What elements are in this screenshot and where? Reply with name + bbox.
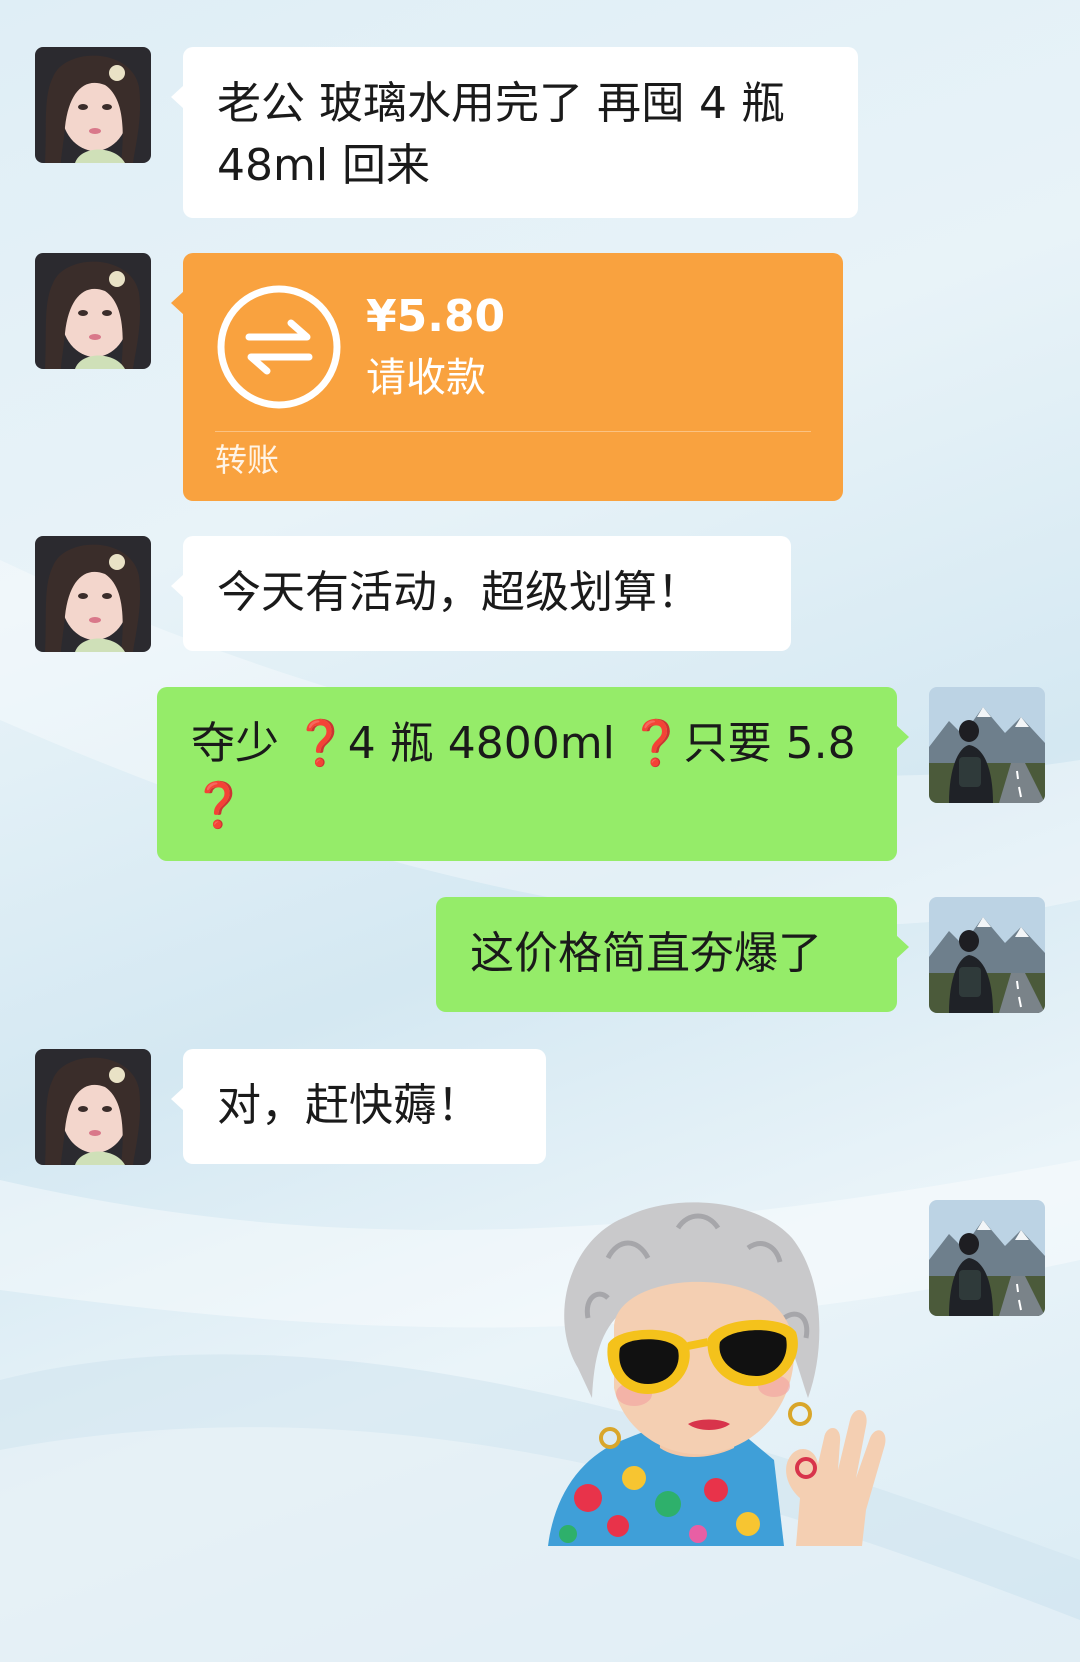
transfer-label: 转账 [215, 441, 280, 479]
contact-avatar[interactable] [35, 47, 151, 163]
message-bubble[interactable]: 夺少 ❓4 瓶 4800ml ❓只要 5.8 ❓ [157, 687, 909, 861]
avatar-mountain-road-icon [929, 1200, 1045, 1316]
avatar-woman-icon [35, 536, 151, 652]
question-mark-icon: ❓ [191, 780, 246, 831]
message-bubble[interactable]: 今天有活动，超级划算！ [171, 536, 791, 651]
message-text: 对，赶快薅！ [217, 1080, 481, 1131]
text-part: 夺少 [191, 718, 279, 769]
avatar-woman-icon [35, 47, 151, 163]
avatar-mountain-road-icon [929, 687, 1045, 803]
contact-avatar[interactable] [35, 1049, 151, 1165]
message-bubble[interactable]: 这价格简直夯爆了 [436, 897, 909, 1012]
bubble-tail [171, 85, 184, 109]
message-text: 夺少 ❓4 瓶 4800ml ❓只要 5.8 ❓ [191, 713, 863, 837]
message-text: 今天有活动，超级划算！ [217, 567, 701, 618]
question-mark-icon: ❓ [293, 718, 348, 769]
message-bubble[interactable]: 对，赶快薅！ [171, 1049, 546, 1164]
question-mark-icon: ❓ [628, 718, 684, 769]
contact-avatar[interactable] [35, 253, 151, 369]
my-avatar[interactable] [929, 897, 1045, 1013]
bubble-tail [171, 1087, 184, 1111]
transfer-amount: ¥5.80 [366, 291, 506, 342]
message-text: 老公 玻璃水用完了 再囤 4 瓶 48ml 回来 [217, 78, 785, 191]
bubble-tail [171, 574, 184, 598]
message-text: 这价格简直夯爆了 [470, 928, 822, 979]
avatar-woman-icon [35, 253, 151, 369]
my-avatar[interactable] [929, 687, 1045, 803]
bubble-tail [896, 725, 909, 749]
grandma-sunglasses-ok-sticker-icon[interactable] [548, 1198, 900, 1546]
avatar-mountain-road-icon [929, 897, 1045, 1013]
text-part: 只要 5.8 [683, 718, 856, 769]
bubble-tail [896, 935, 909, 959]
contact-avatar[interactable] [35, 536, 151, 652]
text-part: 4 瓶 4800ml [347, 718, 615, 769]
avatar-woman-icon [35, 1049, 151, 1165]
transfer-status: 请收款 [366, 355, 486, 401]
transfer-card[interactable]: ¥5.80 请收款 转账 [171, 253, 843, 501]
divider [215, 431, 811, 432]
message-bubble[interactable]: 老公 玻璃水用完了 再囤 4 瓶 48ml 回来 [171, 47, 858, 218]
transfer-arrows-icon [217, 285, 341, 409]
bubble-tail [171, 291, 184, 315]
my-avatar[interactable] [929, 1200, 1045, 1316]
